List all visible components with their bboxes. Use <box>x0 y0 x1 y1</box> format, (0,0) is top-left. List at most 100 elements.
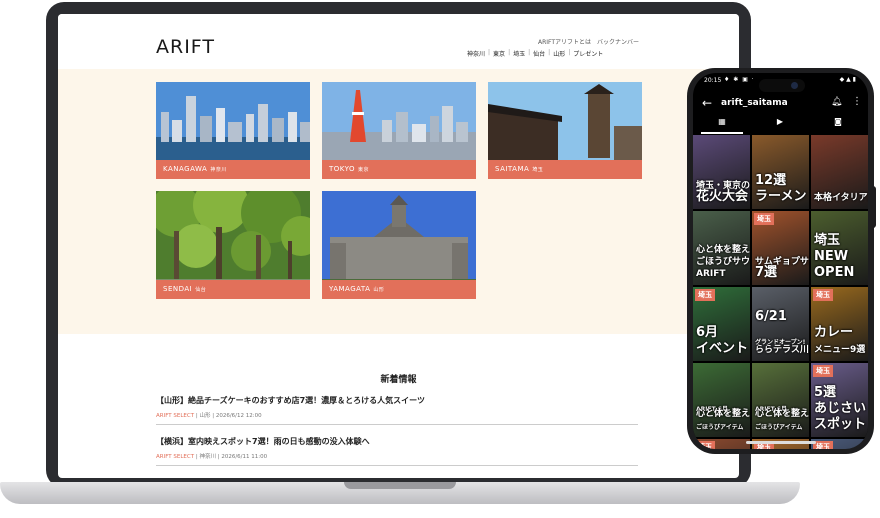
tagged-tab-icon[interactable]: ◙ <box>809 117 867 126</box>
post-caption: ごほうびアイテム <box>755 424 803 431</box>
post-tile[interactable]: 心と体を整えるごほうびサウナ ARIFT <box>693 211 750 285</box>
post-tile[interactable]: 埼玉ローカルスーパーにいざ潜入! <box>693 439 750 449</box>
area-card-yamagata[interactable]: YAMAGATA 山形 <box>322 191 476 299</box>
post-caption: 6/21 <box>755 309 787 324</box>
area-name-jp: 山形 <box>373 287 385 293</box>
post-caption: ARIFT <box>696 269 726 279</box>
post-tile[interactable]: 埼玉サムギョプサル7選 <box>752 211 809 285</box>
area-name: TOKYO <box>329 165 356 173</box>
post-caption: 心と体を整える <box>696 409 750 419</box>
post-caption: 本格イタリアン <box>814 193 868 203</box>
area-label-saitama: SAITAMA 埼玉 <box>488 160 642 179</box>
post-tile[interactable]: 埼玉カレーメニュー9選 <box>811 287 868 361</box>
post-tile[interactable]: 12選 ラーメン <box>752 135 809 209</box>
post-badge: 埼玉 <box>695 441 715 449</box>
post-caption: 7選 <box>755 265 778 280</box>
account-name: arift_saitama <box>721 98 788 108</box>
nav-separator: | <box>488 49 491 56</box>
nav-item-tokyo[interactable]: 東京 <box>493 49 505 58</box>
status-time: 20:15 <box>704 77 722 84</box>
post-tile[interactable]: ARIFT 6月心と体を整えるごほうびアイテム <box>752 363 809 437</box>
post-tile[interactable]: 埼玉 6月 イベント <box>693 287 750 361</box>
post-caption: あじさい <box>814 401 867 416</box>
laptop-screen: ARIFT ARIFTアリフトとは バックナンバー 神奈川 | 東京 | 埼玉 | 仙… <box>58 14 739 478</box>
post-caption: ららテラス川口 <box>755 345 809 355</box>
post-tile[interactable]: 埼玉・東京の 花火大会 <box>693 135 750 209</box>
reels-tab-icon[interactable]: ▶ <box>751 117 809 126</box>
news-tag[interactable]: ARIFT SELECT <box>156 413 194 419</box>
signal-battery-icons: ◆ ▲ ▮ <box>839 76 856 83</box>
post-tile[interactable]: 本格イタリアン <box>811 135 868 209</box>
camera-island <box>759 79 805 92</box>
post-tile[interactable]: 埼玉 NEW OPEN <box>811 211 868 285</box>
post-badge: 埼玉 <box>695 289 715 301</box>
area-label-tokyo: TOKYO 東京 <box>322 160 476 179</box>
profile-tabs: ▦ ▶ ◙ <box>693 117 868 134</box>
site-logo[interactable]: ARIFT <box>156 36 215 58</box>
post-tile[interactable]: 埼玉NEW <box>811 439 868 449</box>
profile-header: ← arift_saitama 🔔︎ ⋮ <box>693 93 868 115</box>
news-meta: ARIFT SELECT | 神奈川 | 2026/6/11 11:00 <box>156 454 268 460</box>
camera-icon <box>791 82 798 89</box>
area-card-sendai[interactable]: SENDAI 仙台 <box>156 191 310 299</box>
news-headline[interactable]: 【横浜】室内映えスポット7選！雨の日も感動の没入体験へ <box>156 436 638 447</box>
area-name: KANAGAWA <box>163 165 208 173</box>
area-label-sendai: SENDAI 仙台 <box>156 280 310 299</box>
grid-tab-icon[interactable]: ▦ <box>693 117 751 126</box>
laptop-notch <box>344 482 456 489</box>
area-name: SAITAMA <box>495 165 530 173</box>
area-card-tokyo[interactable]: TOKYO 東京 <box>322 82 476 179</box>
post-caption: OPEN <box>814 265 855 280</box>
nav-item-sendai[interactable]: 仙台 <box>533 49 545 58</box>
nav-item-present[interactable]: プレゼント <box>573 49 603 58</box>
post-caption: 心と体を整える <box>755 409 809 419</box>
post-tile[interactable]: 埼玉 5選 あじさい スポット <box>811 363 868 437</box>
post-caption: スポット <box>814 417 867 432</box>
nav-separator: | <box>548 49 551 56</box>
post-caption: メニュー9選 <box>814 345 866 355</box>
back-arrow-icon[interactable]: ← <box>702 96 712 110</box>
area-name-jp: 神奈川 <box>210 167 227 173</box>
news-headline[interactable]: 【山形】絶品チーズケーキのおすすめ店7選！濃厚＆とろける人気スイーツ <box>156 395 638 406</box>
news-date: 2026/6/11 11:00 <box>221 454 268 460</box>
news-item[interactable]: 【山形】絶品チーズケーキのおすすめ店7選！濃厚＆とろける人気スイーツ ARIFT… <box>156 395 638 425</box>
news-area: 神奈川 <box>199 454 216 460</box>
post-caption: ごほうびサウナ <box>696 257 750 267</box>
bell-icon[interactable]: 🔔︎ <box>831 97 842 107</box>
area-name-jp: 東京 <box>358 167 370 173</box>
nav-item-saitama[interactable]: 埼玉 <box>513 49 525 58</box>
area-label-kanagawa: KANAGAWA 神奈川 <box>156 160 310 179</box>
post-caption: 花火大会 <box>696 189 749 204</box>
area-card-kanagawa[interactable]: KANAGAWA 神奈川 <box>156 82 310 179</box>
nav-separator: | <box>508 49 511 56</box>
post-badge: 埼玉 <box>754 213 774 225</box>
area-nav: 神奈川 | 東京 | 埼玉 | 仙台 | 山形 | プレゼント <box>467 49 603 58</box>
header-links[interactable]: ARIFTアリフトとは バックナンバー <box>538 37 639 46</box>
news-tag[interactable]: ARIFT SELECT <box>156 454 194 460</box>
active-tab-indicator <box>701 132 743 134</box>
notification-icons: ♦ ✱ ▣ · <box>724 76 755 83</box>
nav-item-yamagata[interactable]: 山形 <box>553 49 565 58</box>
area-label-yamagata: YAMAGATA 山形 <box>322 280 476 299</box>
area-card-saitama[interactable]: SAITAMA 埼玉 <box>488 82 642 179</box>
nav-item-kanagawa[interactable]: 神奈川 <box>467 49 485 58</box>
area-name-jp: 仙台 <box>195 287 207 293</box>
phone-side-button <box>872 186 876 228</box>
area-section: KANAGAWA 神奈川 TOKYO 東京 SAITAMA 埼玉 SENDAI … <box>58 69 739 334</box>
post-badge: 埼玉 <box>813 289 833 301</box>
post-caption: ごほうびアイテム <box>696 424 744 431</box>
post-tile[interactable]: 6/21グランドオープン!ららテラス川口 <box>752 287 809 361</box>
area-name-jp: 埼玉 <box>532 167 544 173</box>
news-divider <box>156 465 638 466</box>
post-badge: 埼玉 <box>813 441 833 449</box>
post-caption: 埼玉 <box>814 233 841 248</box>
more-icon[interactable]: ⋮ <box>852 96 862 107</box>
area-name: SENDAI <box>163 285 193 293</box>
post-caption: 心と体を整える <box>696 245 750 255</box>
area-name: YAMAGATA <box>329 285 371 293</box>
post-caption: ラーメン <box>755 189 807 204</box>
post-caption: カレー <box>814 325 854 340</box>
post-caption: イベント <box>696 341 749 356</box>
news-item[interactable]: 【横浜】室内映えスポット7選！雨の日も感動の没入体験へ ARIFT SELECT… <box>156 436 638 466</box>
post-tile[interactable]: ARIFT 6月心と体を整えるごほうびアイテム <box>693 363 750 437</box>
